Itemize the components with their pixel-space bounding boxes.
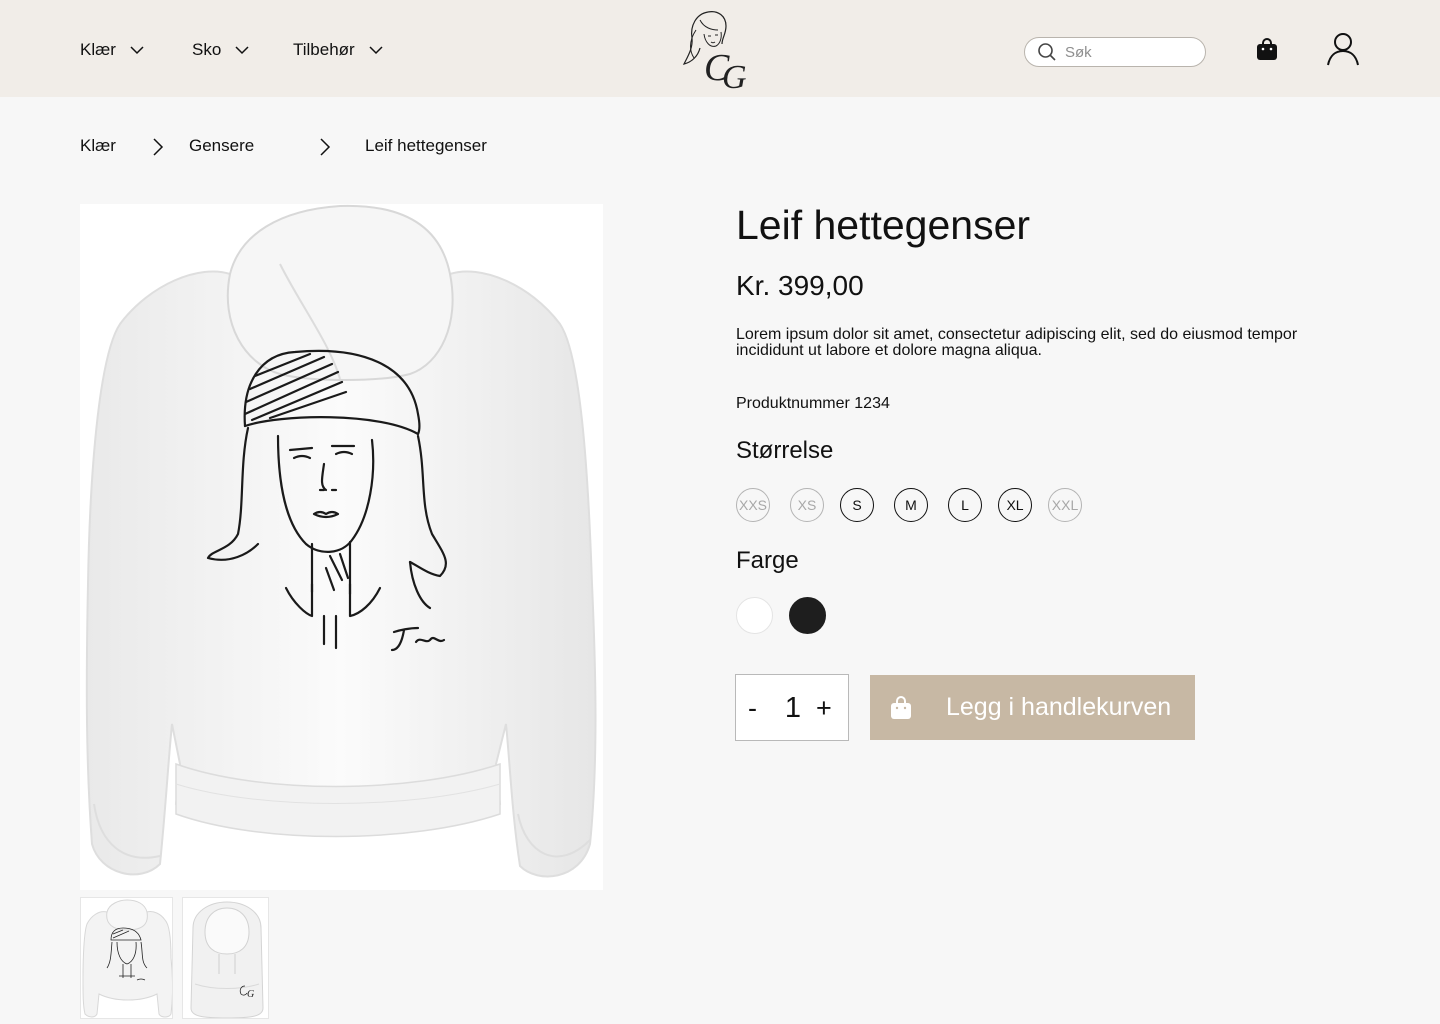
product-description: Lorem ipsum dolor sit amet, consectetur … xyxy=(736,326,1298,359)
shopping-bag-icon[interactable] xyxy=(1255,37,1279,61)
chevron-right-icon xyxy=(320,138,331,156)
nav-item-klaer[interactable]: Klær xyxy=(80,38,144,62)
product-image-main xyxy=(80,204,603,890)
size-option-xs[interactable]: XS xyxy=(790,488,824,522)
breadcrumb-item[interactable]: Klær xyxy=(80,135,116,157)
svg-text:G: G xyxy=(247,989,254,1000)
nav-label: Klær xyxy=(80,40,116,59)
user-icon[interactable] xyxy=(1326,32,1360,66)
color-swatch-black[interactable] xyxy=(789,597,826,634)
quantity-increase-button[interactable]: + xyxy=(816,693,832,723)
search-box[interactable] xyxy=(1024,37,1206,67)
breadcrumb-item[interactable]: Gensere xyxy=(189,135,254,157)
search-icon xyxy=(1038,43,1056,61)
product-price: Kr. 399,00 xyxy=(736,270,864,301)
product-thumbnail-front[interactable]: G xyxy=(182,897,269,1019)
hoodie-folded-thumbnail: G xyxy=(190,901,264,1018)
chevron-down-icon xyxy=(369,45,383,54)
svg-text:G: G xyxy=(722,59,747,90)
quantity-stepper: - 1 + xyxy=(735,674,849,741)
quantity-decrease-button[interactable]: - xyxy=(748,693,757,723)
cg-logo[interactable]: C G xyxy=(678,8,762,90)
size-option-s[interactable]: S xyxy=(840,488,874,522)
site-header: Klær Sko Tilbehør C G xyxy=(0,0,1440,97)
shopping-bag-icon xyxy=(891,696,911,719)
size-option-xxs[interactable]: XXS xyxy=(736,488,770,522)
size-option-xl[interactable]: XL xyxy=(998,488,1032,522)
chevron-down-icon xyxy=(130,45,144,54)
add-to-cart-button[interactable]: Legg i handlekurven xyxy=(870,675,1195,740)
chevron-right-icon xyxy=(153,138,164,156)
add-to-cart-label: Legg i handlekurven xyxy=(946,693,1172,721)
color-swatch-white[interactable] xyxy=(736,597,773,634)
product-thumbnail-back[interactable] xyxy=(80,897,173,1019)
size-option-m[interactable]: M xyxy=(894,488,928,522)
size-option-xxl[interactable]: XXL xyxy=(1048,488,1082,522)
search-input[interactable] xyxy=(1065,43,1195,61)
nav-label: Tilbehør xyxy=(293,40,355,59)
nav-item-sko[interactable]: Sko xyxy=(192,38,249,62)
hoodie-back-illustration xyxy=(85,204,597,878)
hoodie-back-thumbnail xyxy=(82,899,172,1018)
breadcrumb-current: Leif hettegenser xyxy=(365,136,487,155)
quantity-value[interactable]: 1 xyxy=(783,693,803,723)
product-title: Leif hettegenser xyxy=(736,202,1031,248)
nav-item-tilbehor[interactable]: Tilbehør xyxy=(293,38,383,62)
nav-label: Sko xyxy=(192,40,222,59)
product-number: Produktnummer 1234 xyxy=(736,395,890,412)
size-option-l[interactable]: L xyxy=(948,488,982,522)
size-heading: Størrelse xyxy=(736,437,834,464)
color-heading: Farge xyxy=(736,547,799,574)
chevron-down-icon xyxy=(235,45,249,54)
